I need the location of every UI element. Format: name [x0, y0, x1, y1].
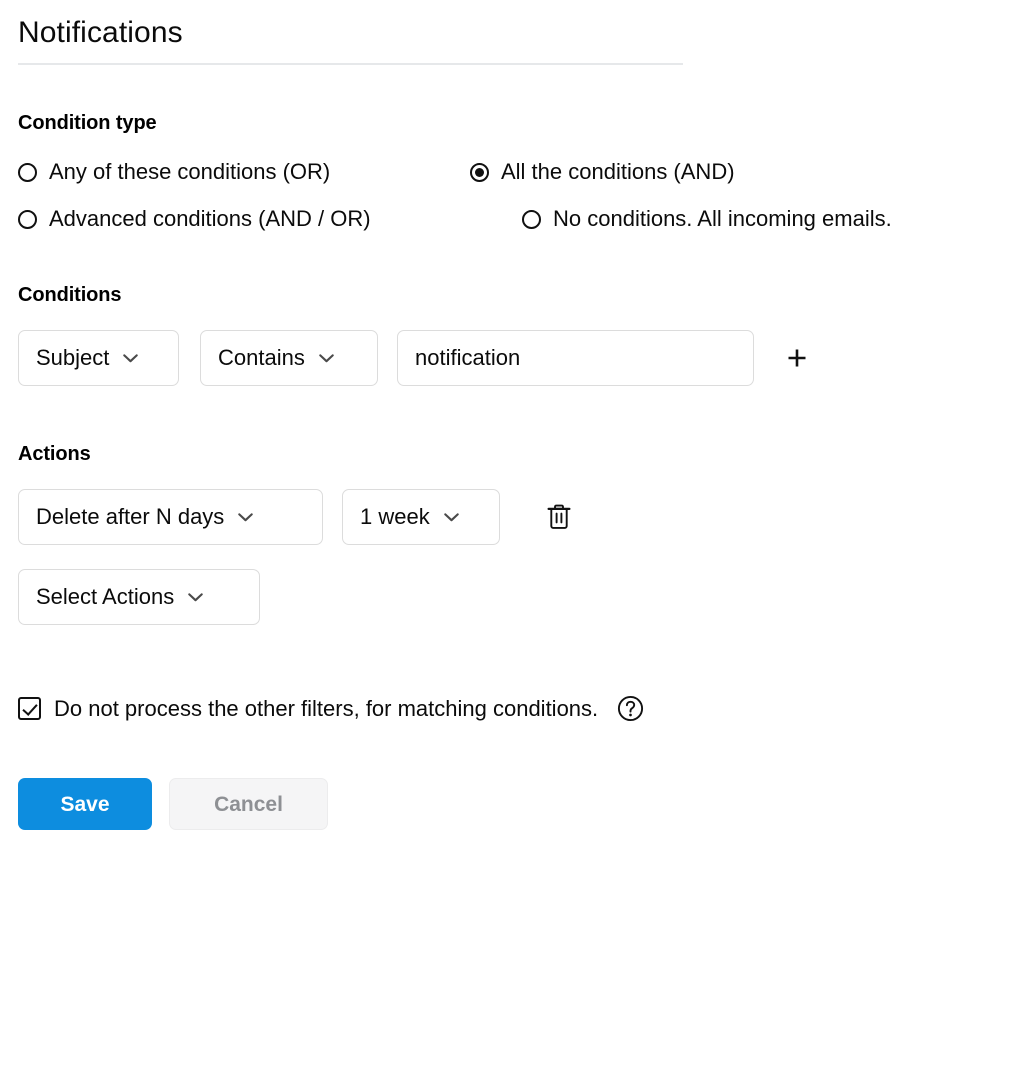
actions-heading: Actions: [18, 443, 91, 465]
delete-action-button[interactable]: [542, 500, 576, 534]
condition-operator-value: Contains: [218, 345, 305, 370]
radio-icon-unselected[interactable]: [522, 209, 541, 229]
page-title: Notifications: [18, 16, 183, 49]
radio-icon-unselected[interactable]: [18, 209, 37, 229]
cancel-button[interactable]: Cancel: [169, 778, 328, 830]
actions-section: Actions Delete after N days 1 week Selec…: [18, 443, 1010, 625]
radio-icon-unselected[interactable]: [18, 162, 37, 182]
condition-type-heading: Condition type: [18, 112, 157, 134]
action-type-select[interactable]: Delete after N days: [18, 489, 323, 545]
condition-field-value: Subject: [36, 345, 110, 370]
action-row: Delete after N days 1 week: [18, 489, 1010, 545]
radio-label: Any of these conditions (OR): [49, 159, 331, 184]
radio-option-all-the-conditions[interactable]: All the conditions (AND): [470, 161, 735, 183]
condition-field-select[interactable]: Subject: [18, 330, 179, 386]
stop-processing-row: Do not process the other filters, for ma…: [18, 695, 1010, 722]
condition-operator-select[interactable]: Contains: [200, 330, 378, 386]
plus-icon: [788, 349, 806, 367]
radio-label: No conditions. All incoming emails.: [553, 206, 892, 231]
add-action-row: Select Actions: [18, 569, 1010, 625]
action-type-value: Delete after N days: [36, 504, 225, 529]
trash-icon: [547, 504, 571, 529]
notifications-filter-panel: Notifications Condition type Any of thes…: [0, 0, 1028, 1088]
radio-icon-selected[interactable]: [470, 162, 489, 182]
select-actions-dropdown[interactable]: Select Actions: [18, 569, 260, 625]
action-period-select[interactable]: 1 week: [342, 489, 500, 545]
panel-header: Notifications: [18, 0, 683, 65]
stop-processing-label: Do not process the other filters, for ma…: [54, 695, 599, 721]
radio-label: Advanced conditions (AND / OR): [49, 206, 371, 231]
select-actions-value: Select Actions: [36, 584, 175, 609]
condition-value-text: notification: [415, 345, 521, 370]
save-button[interactable]: Save: [18, 778, 152, 830]
chevron-down-icon: [238, 512, 254, 521]
radio-option-advanced-conditions[interactable]: Advanced conditions (AND / OR): [18, 208, 371, 230]
radio-label: All the conditions (AND): [501, 159, 735, 184]
chevron-down-icon: [443, 512, 459, 521]
condition-value-input[interactable]: notification: [397, 330, 754, 386]
condition-type-radio-group: Any of these conditions (OR) All the con…: [18, 161, 1010, 230]
radio-option-any-of-these-conditions[interactable]: Any of these conditions (OR): [18, 161, 330, 183]
conditions-heading: Conditions: [18, 284, 122, 306]
question-circle-icon[interactable]: [617, 695, 644, 722]
add-condition-button[interactable]: [780, 341, 814, 375]
conditions-section: Conditions Subject Contains notification: [18, 284, 1010, 386]
radio-option-no-conditions[interactable]: No conditions. All incoming emails.: [522, 208, 892, 230]
condition-type-section: Condition type Any of these conditions (…: [18, 112, 1010, 230]
form-footer: Save Cancel: [18, 778, 1010, 830]
chevron-down-icon: [123, 353, 139, 362]
action-period-value: 1 week: [360, 504, 430, 529]
condition-row: Subject Contains notification: [18, 330, 1010, 386]
chevron-down-icon: [319, 353, 334, 362]
stop-processing-checkbox[interactable]: [18, 697, 41, 720]
chevron-down-icon: [188, 592, 203, 601]
